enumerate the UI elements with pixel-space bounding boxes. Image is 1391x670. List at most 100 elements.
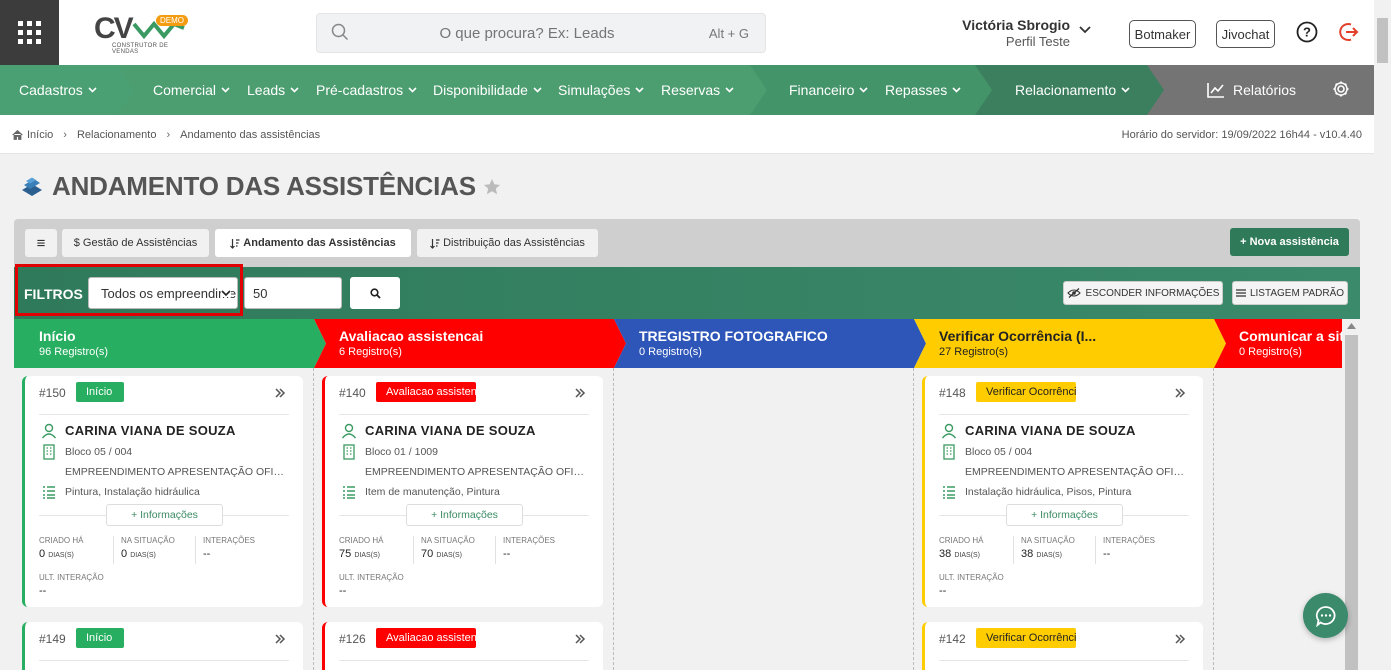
card-id: #148 (939, 386, 966, 400)
tab-distribuicao[interactable]: Distribuição das Assistências (417, 229, 598, 257)
stat-value: 70 (421, 548, 434, 560)
nav-disponibilidade[interactable]: Disponibilidade (433, 65, 542, 115)
info-button[interactable]: + Informações (106, 504, 223, 526)
stat-value: 75 (339, 548, 352, 560)
stat-label: NA SITUAÇÃO (121, 536, 175, 545)
nav-comercial[interactable]: Comercial (153, 65, 230, 115)
chat-bubble-icon (1315, 605, 1335, 627)
column-header-inicio[interactable]: Início 96 Registro(s) (14, 319, 326, 368)
global-search[interactable]: Alt + G (316, 13, 766, 53)
logo[interactable]: CV DEMO CONSTRUTOR DE VENDAS (92, 12, 192, 55)
stat-in-status: NA SITUAÇÃO 70 DIAS(S) (421, 536, 475, 560)
stat-last-interaction: ULT. INTERAÇÃO -- (339, 573, 404, 597)
kanban-board: Início 96 Registro(s) Avaliacao assisten… (14, 319, 1342, 670)
divider (339, 660, 589, 661)
chart-line-icon (1207, 83, 1224, 98)
nav-label: Pré-cadastros (316, 82, 404, 98)
assistance-card[interactable]: #150 Início CARINA VIANA DE SOUZA Bloco … (22, 376, 303, 607)
filter-search-button[interactable] (350, 277, 400, 309)
scrollbar-thumb[interactable] (1377, 18, 1388, 63)
nav-label: Simulações (558, 82, 631, 98)
scroll-up-icon[interactable] (1347, 323, 1356, 329)
double-chevron-right-icon[interactable] (274, 633, 286, 645)
stat-label: INTERAÇÕES (203, 536, 256, 545)
nav-leads[interactable]: Leads (247, 65, 299, 115)
double-chevron-right-icon[interactable] (574, 633, 586, 645)
column-header-comunicar[interactable]: Comunicar a sit 0 Registro(s) (1214, 319, 1342, 368)
unit-text: Bloco 05 / 004 (65, 446, 133, 458)
sort-icon (230, 238, 240, 249)
nav-label: Cadastros (19, 82, 83, 98)
double-chevron-right-icon[interactable] (274, 387, 286, 399)
list-icon (343, 486, 355, 499)
nav-label: Reservas (661, 82, 721, 98)
nav-pre-cadastros[interactable]: Pré-cadastros (316, 65, 417, 115)
chevron-down-icon (859, 87, 868, 93)
stat-label: ULT. INTERAÇÃO (339, 573, 404, 582)
column-header-avaliacao[interactable]: Avaliacao assistencai 6 Registro(s) (314, 319, 626, 368)
stat-created: CRIADO HÁ 38 DIAS(S) (939, 536, 983, 560)
items-text: Instalação hidráulica, Pisos, Pintura (965, 486, 1132, 498)
breadcrumb-separator: › (166, 129, 171, 141)
hide-info-button[interactable]: ESCONDER INFORMAÇÕES (1063, 281, 1223, 305)
jivochat-button[interactable]: Jivochat (1216, 20, 1275, 48)
chevron-down-icon (725, 87, 734, 93)
nav-simulacoes[interactable]: Simulações (558, 65, 644, 115)
nav-cadastros[interactable]: Cadastros (19, 65, 97, 115)
limit-input[interactable]: 50 (244, 277, 342, 309)
favorite-star-icon[interactable] (482, 177, 502, 197)
gear-icon[interactable] (1332, 80, 1350, 98)
stat-label: ULT. INTERAÇÃO (39, 573, 104, 582)
stat-value: 38 (1021, 548, 1034, 560)
window-scrollbar[interactable] (1374, 0, 1391, 670)
nav-relatorios[interactable]: Relatórios (1207, 65, 1296, 115)
new-assistance-button[interactable]: + Nova assistência (1230, 228, 1349, 256)
help-icon[interactable]: ? (1296, 21, 1318, 43)
server-time: Horário do servidor: 19/09/2022 16h44 - … (1121, 129, 1362, 141)
unit-text: Bloco 01 / 1009 (365, 446, 438, 458)
nav-reservas[interactable]: Reservas (661, 65, 734, 115)
chat-button[interactable] (1303, 593, 1348, 638)
double-chevron-right-icon[interactable] (1174, 387, 1186, 399)
stat-label: CRIADO HÁ (939, 536, 984, 545)
status-badge: Avaliacao assistencai (376, 628, 476, 648)
stat-unit: DIAS(S) (354, 552, 380, 559)
column-header-registro-fotografico[interactable]: TREGISTRO FOTOGRAFICO 0 Registro(s) (614, 319, 926, 368)
double-chevron-right-icon[interactable] (1174, 633, 1186, 645)
page-title: ANDAMENTO DAS ASSISTÊNCIAS (52, 171, 476, 201)
assistance-card[interactable]: #149 Início (22, 622, 303, 670)
assistance-card[interactable]: #140 Avaliacao assistencai CARINA VIANA … (322, 376, 603, 607)
stat-last-interaction: ULT. INTERAÇÃO -- (939, 573, 1004, 597)
assistance-card[interactable]: #142 Verificar Ocorrência (Interna) (922, 622, 1203, 670)
stat-value: -- (503, 548, 511, 560)
assistance-card[interactable]: #126 Avaliacao assistencai (322, 622, 603, 670)
menu-toggle-button[interactable]: ≡ (25, 229, 57, 257)
chevron-down-icon[interactable] (1079, 26, 1091, 34)
logout-icon[interactable] (1338, 21, 1360, 43)
apps-grid-icon (18, 21, 41, 44)
column-header-verificar[interactable]: Verificar Ocorrência (I... 27 Registro(s… (914, 319, 1226, 368)
stat-value: 0 (39, 548, 46, 560)
breadcrumb-relacionamento[interactable]: Relacionamento (77, 129, 157, 141)
tab-gestao[interactable]: $ Gestão de Assistências (62, 229, 209, 257)
double-chevron-right-icon[interactable] (574, 387, 586, 399)
column-count: 0 Registro(s) (1239, 346, 1302, 358)
project-text: EMPREENDIMENTO APRESENTAÇÃO OFICIAL (365, 466, 591, 478)
stat-value: -- (39, 585, 47, 597)
info-button[interactable]: + Informações (406, 504, 523, 526)
search-input[interactable] (377, 14, 677, 52)
nav-relacionamento[interactable]: Relacionamento (1015, 65, 1130, 115)
tab-andamento[interactable]: Andamento das Assistências (215, 229, 411, 257)
botmaker-button[interactable]: Botmaker (1129, 20, 1196, 48)
assistance-card[interactable]: #148 Verificar Ocorrência (Interna) CARI… (922, 376, 1203, 607)
stat-value: -- (939, 585, 947, 597)
apps-grid-button[interactable] (0, 0, 59, 65)
highlight-box (15, 264, 243, 316)
breadcrumb-home[interactable]: Início (27, 129, 53, 141)
default-list-button[interactable]: LISTAGEM PADRÃO (1232, 281, 1348, 305)
user-menu[interactable]: Victória Sbrogio Perfil Teste (940, 17, 1070, 49)
nav-financeiro[interactable]: Financeiro (789, 65, 868, 115)
tab-label: Andamento das Assistências (243, 237, 396, 249)
nav-repasses[interactable]: Repasses (885, 65, 961, 115)
info-button[interactable]: + Informações (1006, 504, 1123, 526)
